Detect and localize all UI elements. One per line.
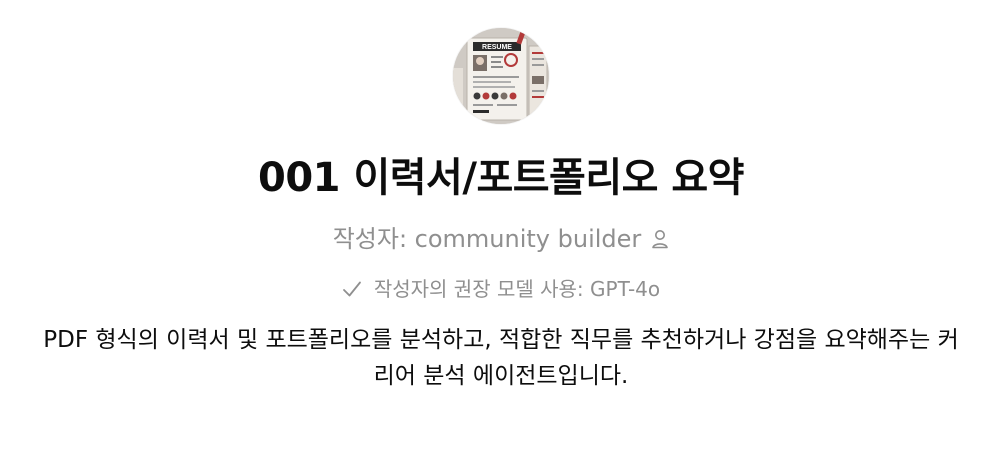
recommended-model-row: 작성자의 권장 모델 사용: GPT-4o (342, 276, 660, 302)
author-row: 작성자: community builder (333, 224, 670, 254)
author-label: 작성자: community builder (332, 225, 642, 253)
gpt-avatar: RESUME (453, 28, 549, 124)
gpt-title: 001 이력서/포트폴리오 요약 (258, 155, 744, 201)
avatar-caption: RESUME (482, 44, 512, 51)
gpt-profile-header: RESUME 001 이력서/포트폴리오 요약 작성자: community b… (0, 0, 1002, 394)
gpt-description: PDF 형식의 이력서 및 포트폴리오를 분석하고, 적합한 직무를 추천하거나… (43, 327, 959, 389)
recommended-model-text: 작성자의 권장 모델 사용: GPT-4o (373, 277, 661, 301)
resume-document-icon: RESUME (453, 28, 549, 124)
person-icon (651, 229, 669, 249)
check-icon (342, 280, 362, 298)
